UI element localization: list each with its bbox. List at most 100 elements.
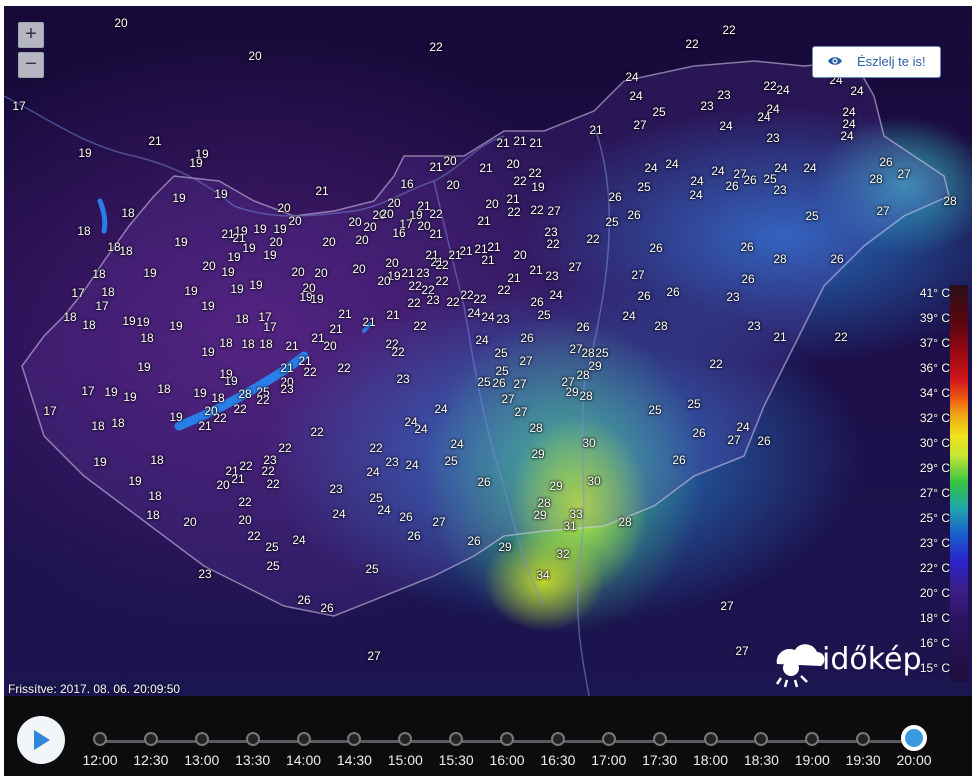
- temperature-label: 18: [77, 224, 91, 238]
- temperature-label: 22: [303, 365, 317, 379]
- legend-label: 27° C: [919, 486, 950, 500]
- timeline-tick[interactable]: [296, 732, 311, 746]
- temperature-label: 18: [119, 244, 133, 258]
- temperature-label: 19: [214, 187, 228, 201]
- observe-button[interactable]: Észlelj te is!: [812, 46, 941, 78]
- temperature-label: 26: [520, 331, 534, 345]
- temperature-label: 25: [687, 397, 701, 411]
- timeline-label[interactable]: 20:00: [896, 752, 931, 768]
- temperature-label: 30: [582, 436, 596, 450]
- temperature-label: 22: [247, 529, 261, 543]
- temperature-label: 24: [719, 119, 733, 133]
- timeline-label[interactable]: 19:00: [795, 752, 830, 768]
- temperature-label: 19: [221, 265, 235, 279]
- timeline-tick[interactable]: [601, 732, 616, 746]
- temperature-label: 17: [43, 404, 57, 418]
- timeline-label[interactable]: 14:00: [286, 752, 321, 768]
- temperature-label: 29: [498, 540, 512, 554]
- timeline-label[interactable]: 19:30: [846, 752, 881, 768]
- timeline-tick[interactable]: [805, 732, 820, 746]
- temperature-map[interactable]: 20 20 22 22 22 17 21 19 19 19 24 24 23 23 22 24 24 24 25 27…: [4, 6, 972, 696]
- temperature-label: 24: [377, 503, 391, 517]
- timeline-label[interactable]: 12:30: [133, 752, 168, 768]
- timeline-tick[interactable]: [143, 732, 158, 746]
- temperature-label: 24: [467, 306, 481, 320]
- temperature-label: 18: [259, 337, 273, 351]
- timeline-tick[interactable]: [93, 732, 107, 746]
- temperature-label: 19: [104, 385, 118, 399]
- temperature-label: 20: [248, 49, 262, 63]
- temperature-label: 18: [241, 337, 255, 351]
- timeline-label[interactable]: 13:00: [184, 752, 219, 768]
- timeline-tick[interactable]: [754, 732, 769, 746]
- timeline-label[interactable]: 12:00: [82, 752, 117, 768]
- timeline-tick[interactable]: [703, 732, 718, 746]
- temperature-label: 23: [545, 269, 559, 283]
- temperature-label: 19: [249, 278, 263, 292]
- zoom-in-button[interactable]: +: [18, 22, 44, 48]
- temperature-label: 24: [434, 402, 448, 416]
- temperature-label: 25: [805, 209, 819, 223]
- timeline-label[interactable]: 18:00: [693, 752, 728, 768]
- temperature-label: 28: [618, 515, 632, 529]
- timeline-tick[interactable]: [449, 732, 464, 746]
- timeline-label[interactable]: 14:30: [337, 752, 372, 768]
- temperature-label: 26: [692, 426, 706, 440]
- temperature-label: 28: [773, 252, 787, 266]
- timeline-label[interactable]: 13:30: [235, 752, 270, 768]
- timeline-tick[interactable]: [245, 732, 260, 746]
- timeline-handle[interactable]: [901, 725, 927, 751]
- temperature-label: 24: [644, 161, 658, 175]
- temperature-label: 21: [429, 160, 443, 174]
- temperature-label: 19: [172, 191, 186, 205]
- timeline-label[interactable]: 16:30: [540, 752, 575, 768]
- timeline-tick[interactable]: [194, 732, 209, 746]
- temperature-label: 29: [533, 508, 547, 522]
- temperature-label: 20: [291, 265, 305, 279]
- temperature-label: 26: [627, 208, 641, 222]
- temperature-label: 19: [201, 299, 215, 313]
- timeline-tick[interactable]: [856, 732, 871, 746]
- timeline-tick[interactable]: [398, 732, 413, 746]
- temperature-label: 21: [479, 161, 493, 175]
- temperature-label: 19: [531, 180, 545, 194]
- timeline-label[interactable]: 15:00: [388, 752, 423, 768]
- timeline-label[interactable]: 17:30: [642, 752, 677, 768]
- temperature-label: 22: [586, 232, 600, 246]
- temperature-label: 24: [629, 89, 643, 103]
- temperature-label: 21: [477, 214, 491, 228]
- temperature-label: 22: [435, 274, 449, 288]
- zoom-out-button[interactable]: −: [18, 52, 44, 78]
- temperature-label: 21: [148, 134, 162, 148]
- play-button[interactable]: [17, 716, 65, 764]
- temperature-label: 23: [766, 131, 780, 145]
- temperature-label: 17: [12, 99, 26, 113]
- timeline-tick[interactable]: [652, 732, 667, 746]
- temperature-label: 26: [637, 289, 651, 303]
- timeline-tick[interactable]: [550, 732, 565, 746]
- timeline-tick[interactable]: [347, 732, 362, 746]
- temperature-label: 27: [568, 260, 582, 274]
- temperature-label: 23: [426, 293, 440, 307]
- temperature-label: 20: [443, 154, 457, 168]
- legend-label: 34° C: [919, 386, 950, 400]
- temperature-label: 22: [435, 258, 449, 272]
- temperature-label: 19: [122, 314, 136, 328]
- timeline-label[interactable]: 17:00: [591, 752, 626, 768]
- timeline-tick[interactable]: [500, 732, 514, 746]
- temperature-label: 27: [631, 268, 645, 282]
- temperature-label: 19: [184, 284, 198, 298]
- timeline-label[interactable]: 16:00: [489, 752, 524, 768]
- legend-label: 20° C: [919, 586, 950, 600]
- temperature-label: 16: [392, 226, 406, 240]
- temperature-label: 24: [665, 157, 679, 171]
- temperature-label: 20: [377, 274, 391, 288]
- temperature-label: 18: [63, 310, 77, 324]
- temperature-label: 19: [174, 235, 188, 249]
- temperature-label: 18: [148, 489, 162, 503]
- timeline-label[interactable]: 18:30: [744, 752, 779, 768]
- timeline-label[interactable]: 15:30: [439, 752, 474, 768]
- temperature-label: 21: [329, 322, 343, 336]
- temperature-label: 27: [876, 204, 890, 218]
- temperature-label: 19: [230, 282, 244, 296]
